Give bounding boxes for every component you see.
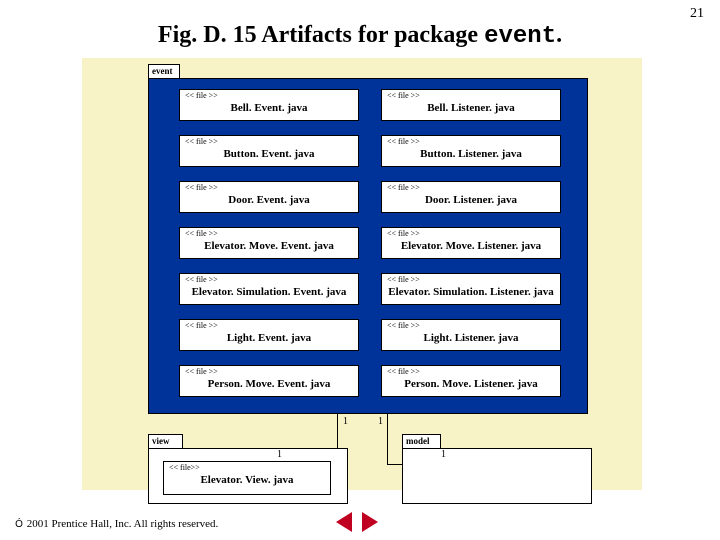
stereotype: << file >> — [387, 137, 555, 146]
artifact-name: Door. Listener. java — [387, 194, 555, 207]
stereotype: << file >> — [387, 91, 555, 100]
artifact-elevator-view: << file>> Elevator. View. java — [163, 461, 331, 495]
figure-title: Fig. D. 15 Artifacts for package event. — [0, 22, 720, 50]
stereotype: << file >> — [185, 275, 353, 284]
multiplicity-event-left: 1 — [343, 416, 348, 427]
package-view: view << file>> Elevator. View. java — [148, 448, 348, 504]
artifact-elevator-move-listener: << file >> Elevator. Move. Listener. java — [381, 227, 561, 259]
multiplicity-view: 1 — [277, 449, 282, 460]
stereotype: << file>> — [169, 463, 325, 472]
stereotype: << file >> — [185, 91, 353, 100]
artifact-name: Light. Event. java — [185, 332, 353, 345]
artifact-name: Bell. Event. java — [185, 102, 353, 115]
artifact-bell-listener: << file >> Bell. Listener. java — [381, 89, 561, 121]
nav-prev-icon[interactable] — [336, 512, 352, 532]
package-event-tab: event — [148, 64, 180, 78]
page-number: 21 — [690, 6, 704, 22]
copyright-symbol: Ó — [14, 519, 24, 530]
artifact-name: Elevator. View. java — [169, 474, 325, 487]
stereotype: << file >> — [185, 229, 353, 238]
artifact-name: Light. Listener. java — [387, 332, 555, 345]
artifact-button-listener: << file >> Button. Listener. java — [381, 135, 561, 167]
artifact-person-move-event: << file >> Person. Move. Event. java — [179, 365, 359, 397]
nav-next-icon[interactable] — [362, 512, 378, 532]
artifact-name: Button. Listener. java — [387, 148, 555, 161]
artifact-name: Person. Move. Listener. java — [387, 378, 555, 391]
artifact-name: Person. Move. Event. java — [185, 378, 353, 391]
package-model-tab: model — [402, 434, 441, 448]
connector-event-to-model — [387, 414, 388, 464]
stereotype: << file >> — [387, 183, 555, 192]
artifact-name: Elevator. Simulation. Event. java — [185, 286, 353, 299]
stereotype: << file >> — [185, 183, 353, 192]
artifact-elevator-simulation-listener: << file >> Elevator. Simulation. Listener… — [381, 273, 561, 305]
package-model: model — [402, 448, 592, 504]
package-view-body: << file>> Elevator. View. java — [148, 448, 348, 504]
copyright-footer: Ó 2001 Prentice Hall, Inc. All rights re… — [14, 518, 218, 530]
artifact-door-listener: << file >> Door. Listener. java — [381, 181, 561, 213]
title-package-name: event — [484, 23, 556, 50]
stereotype: << file >> — [387, 367, 555, 376]
artifact-name: Elevator. Move. Event. java — [185, 240, 353, 253]
stereotype: << file >> — [185, 367, 353, 376]
stereotype: << file >> — [185, 321, 353, 330]
package-view-tab: view — [148, 434, 183, 448]
artifact-door-event: << file >> Door. Event. java — [179, 181, 359, 213]
artifact-bell-event: << file >> Bell. Event. java — [179, 89, 359, 121]
copyright-text: 2001 Prentice Hall, Inc. All rights rese… — [24, 518, 218, 530]
stereotype: << file >> — [185, 137, 353, 146]
title-suffix: . — [556, 22, 562, 48]
stereotype: << file >> — [387, 229, 555, 238]
artifact-name: Door. Event. java — [185, 194, 353, 207]
artifact-person-move-listener: << file >> Person. Move. Listener. java — [381, 365, 561, 397]
artifact-button-event: << file >> Button. Event. java — [179, 135, 359, 167]
title-prefix: Fig. D. 15 Artifacts for package — [158, 22, 484, 48]
stereotype: << file >> — [387, 321, 555, 330]
package-model-body — [402, 448, 592, 504]
artifact-name: Bell. Listener. java — [387, 102, 555, 115]
package-event: event << file >>Bell. Event. java << fil… — [148, 78, 588, 414]
stereotype: << file >> — [387, 275, 555, 284]
artifact-light-listener: << file >> Light. Listener. java — [381, 319, 561, 351]
artifact-elevator-simulation-event: << file >> Elevator. Simulation. Event. j… — [179, 273, 359, 305]
artifact-name: Elevator. Simulation. Listener. java — [387, 286, 555, 299]
multiplicity-model: 1 — [441, 449, 446, 460]
artifact-name: Button. Event. java — [185, 148, 353, 161]
package-event-body: << file >> Bell. Event. java << file >> Bu… — [148, 78, 588, 414]
diagram-canvas: event << file >> Bell. Event. java << fil… — [82, 58, 642, 490]
artifact-elevator-move-event: << file >> Elevator. Move. Event. java — [179, 227, 359, 259]
artifact-name: Elevator. Move. Listener. java — [387, 240, 555, 253]
artifact-light-event: << file >> Light. Event. java — [179, 319, 359, 351]
multiplicity-event-right: 1 — [378, 416, 383, 427]
